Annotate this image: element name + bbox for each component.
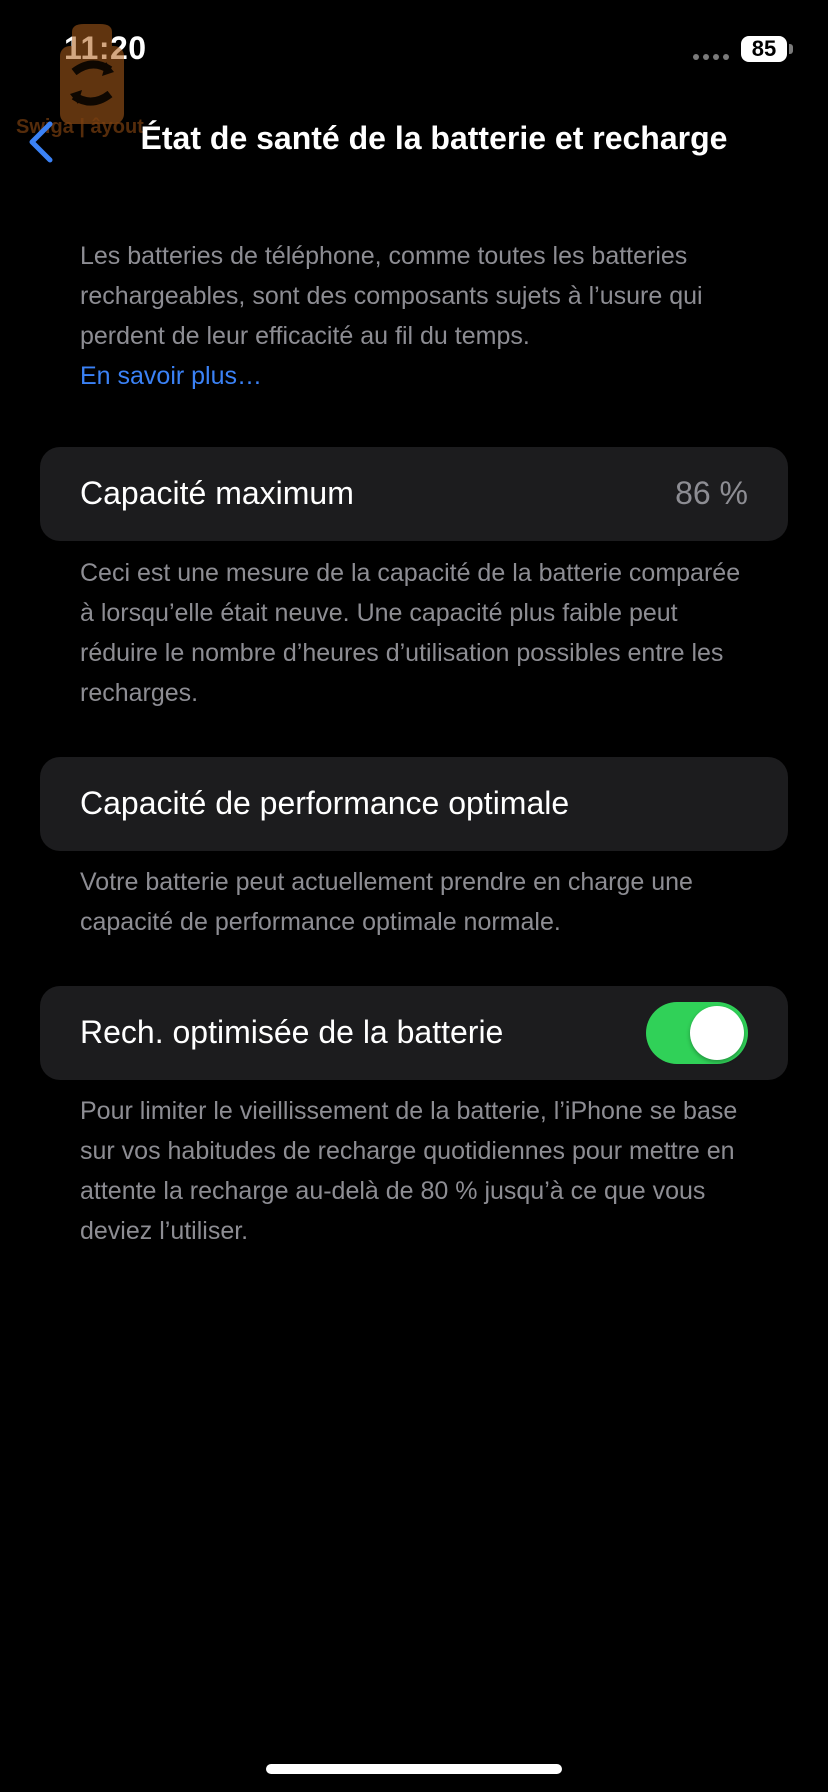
battery-cap <box>789 44 793 54</box>
optimized-charging-toggle[interactable] <box>646 1002 748 1064</box>
battery-level: 85 <box>751 36 777 61</box>
max-capacity-label: Capacité maximum <box>80 475 354 511</box>
peak-performance-label: Capacité de performance optimale <box>80 785 570 821</box>
home-indicator[interactable] <box>266 1764 562 1774</box>
intro-text: Les batteries de téléphone, comme toutes… <box>80 242 703 350</box>
back-button[interactable] <box>22 116 62 166</box>
max-capacity-description: Ceci est une mesure de la capacité de la… <box>80 559 741 707</box>
page-title: État de santé de la batterie et recharge <box>140 120 728 156</box>
chevron-left-icon <box>29 121 53 163</box>
optimized-charging-description: Pour limiter le vieillissement de la bat… <box>80 1097 738 1245</box>
intro-description: Les batteries de téléphone, comme toutes… <box>80 236 760 396</box>
navigation-bar: État de santé de la batterie et recharge <box>0 108 828 174</box>
learn-more-link[interactable]: En savoir plus… <box>80 356 760 396</box>
peak-performance-row: Capacité de performance optimale <box>40 757 788 851</box>
max-capacity-value: 86 % <box>675 475 748 511</box>
battery-icon: 85 <box>741 36 787 62</box>
max-capacity-row: Capacité maximum 86 % <box>40 447 788 541</box>
toggle-knob <box>690 1006 744 1060</box>
peak-performance-description: Votre batterie peut actuellement prendre… <box>80 868 693 936</box>
optimized-charging-label: Rech. optimisée de la batterie <box>80 1014 504 1050</box>
signal-icon <box>693 54 729 60</box>
optimized-charging-row: Rech. optimisée de la batterie <box>40 986 788 1080</box>
